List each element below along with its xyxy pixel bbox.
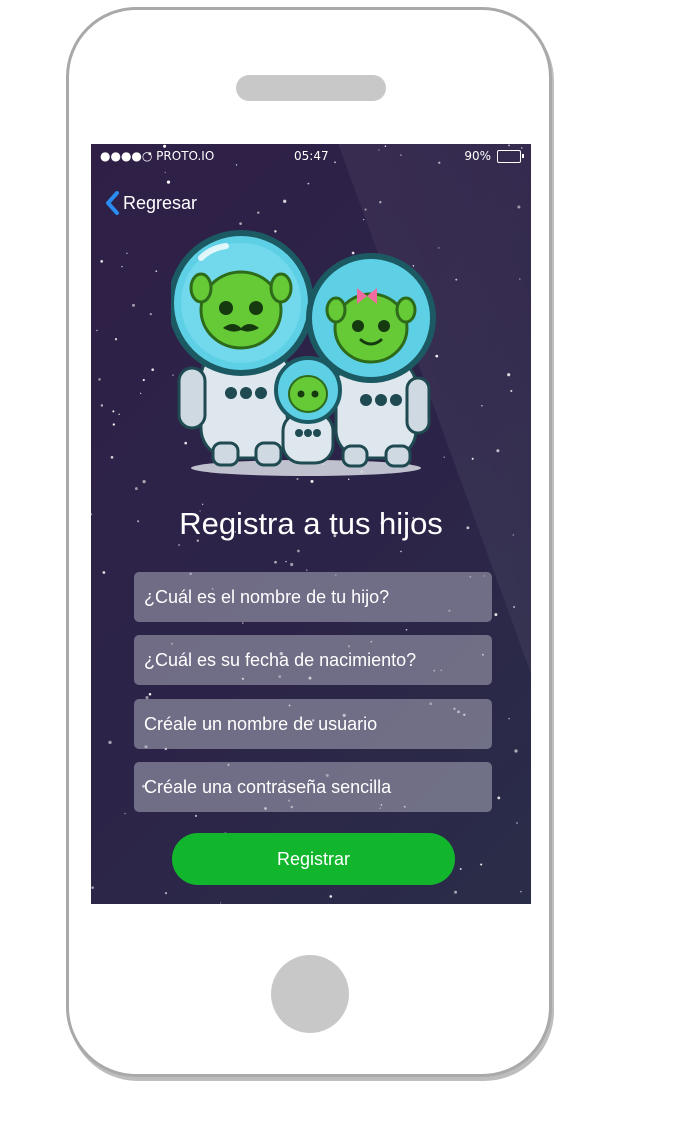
- battery-percent: 90%: [464, 149, 491, 163]
- star: [151, 368, 155, 372]
- star: [517, 205, 521, 209]
- star: [307, 182, 310, 185]
- star: [379, 201, 382, 204]
- home-button[interactable]: [271, 955, 349, 1033]
- star: [459, 867, 462, 871]
- star: [91, 886, 94, 889]
- star: [519, 278, 521, 280]
- birth-date-field[interactable]: [134, 635, 492, 685]
- star: [100, 260, 104, 263]
- birth-date-input[interactable]: [144, 649, 482, 671]
- star: [496, 449, 500, 453]
- star: [290, 562, 294, 567]
- star: [124, 812, 126, 815]
- star: [102, 571, 106, 574]
- star: [310, 479, 314, 483]
- star: [274, 560, 277, 564]
- star: [348, 478, 350, 480]
- star: [364, 208, 367, 211]
- star: [166, 180, 171, 184]
- star: [114, 338, 118, 341]
- star: [194, 814, 198, 818]
- star: [516, 822, 518, 824]
- star: [405, 628, 408, 631]
- star: [118, 413, 121, 416]
- star: [112, 410, 115, 413]
- star: [306, 569, 308, 571]
- star: [96, 329, 98, 332]
- phone-speaker: [236, 75, 386, 101]
- star: [178, 544, 181, 546]
- star: [514, 749, 518, 753]
- star: [285, 560, 287, 563]
- star: [142, 479, 146, 484]
- star: [110, 455, 114, 459]
- password-field[interactable]: [134, 762, 492, 812]
- star: [149, 313, 152, 316]
- star: [520, 890, 522, 893]
- status-bar: ●●●●○ PROTO.IO 05:47 90%: [91, 144, 531, 168]
- star: [283, 199, 287, 203]
- back-button[interactable]: Regresar: [104, 191, 197, 215]
- back-label: Regresar: [123, 192, 198, 213]
- star: [454, 890, 458, 894]
- star: [400, 550, 402, 553]
- clock: 05:47: [294, 149, 329, 163]
- star: [164, 171, 166, 174]
- star: [329, 895, 333, 898]
- battery-indicator: 90%: [464, 149, 524, 163]
- star: [481, 404, 483, 407]
- star: [134, 487, 138, 491]
- star: [132, 303, 135, 307]
- star: [239, 222, 242, 225]
- star: [297, 549, 300, 553]
- alien-astronaut-family-illustration: [171, 230, 436, 476]
- star: [471, 457, 474, 460]
- star: [142, 379, 145, 382]
- star: [443, 456, 445, 458]
- star: [100, 404, 104, 407]
- star: [480, 863, 483, 866]
- star: [201, 503, 204, 505]
- star: [507, 373, 511, 377]
- chevron-left-icon: [106, 191, 119, 215]
- star: [139, 392, 142, 395]
- star: [494, 613, 498, 617]
- star: [510, 389, 513, 393]
- register-button[interactable]: Registrar: [172, 833, 455, 885]
- star: [455, 278, 458, 281]
- star: [508, 717, 510, 720]
- child-name-input[interactable]: [144, 586, 482, 608]
- star: [126, 252, 128, 255]
- username-input[interactable]: [144, 713, 482, 735]
- carrier-label: ●●●●○ PROTO.IO: [100, 149, 215, 163]
- star: [362, 218, 365, 221]
- star: [296, 477, 299, 481]
- star: [112, 423, 115, 426]
- star: [121, 266, 123, 268]
- username-field[interactable]: [134, 699, 492, 749]
- star: [513, 606, 516, 608]
- star: [108, 740, 112, 745]
- page-title: Registra a tus hijos: [179, 506, 443, 541]
- star: [257, 211, 260, 214]
- star: [164, 892, 168, 895]
- child-name-field[interactable]: [134, 572, 492, 622]
- star: [242, 622, 244, 624]
- star: [98, 378, 101, 381]
- star: [155, 270, 158, 273]
- star: [148, 692, 152, 696]
- app-screen: ●●●●○ PROTO.IO 05:47 90% Regresar Regist…: [91, 144, 531, 904]
- battery-icon: [497, 149, 524, 163]
- password-input[interactable]: [144, 776, 482, 798]
- star: [219, 902, 222, 904]
- star: [497, 796, 501, 800]
